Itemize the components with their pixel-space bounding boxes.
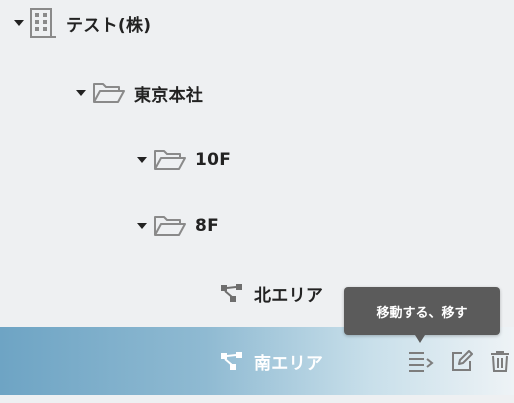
expand-caret-icon[interactable]	[76, 90, 86, 96]
tree-node-floor-8f[interactable]: 8F	[0, 193, 514, 259]
tree-node-label: 北エリア	[254, 285, 324, 306]
tree-node-label: 南エリア	[254, 353, 324, 374]
tooltip: 移動する、移す	[344, 287, 500, 335]
expand-caret-icon[interactable]	[137, 223, 147, 229]
tree-node-company[interactable]: テスト(株)	[0, 0, 514, 56]
tooltip-text: 移動する、移す	[376, 305, 468, 321]
tree-node-headquarters[interactable]: 東京本社	[0, 60, 514, 126]
expand-caret-icon[interactable]	[137, 157, 147, 163]
tree-node-area-south[interactable]: 南エリア	[0, 327, 514, 395]
hierarchy-icon	[220, 351, 244, 371]
trash-icon[interactable]	[489, 350, 511, 372]
expand-caret-icon[interactable]	[14, 20, 24, 26]
tooltip-arrow	[415, 335, 425, 343]
folder-open-icon	[153, 214, 187, 238]
tree-node-label: 東京本社	[134, 85, 204, 106]
tree-node-label: テスト(株)	[66, 15, 152, 36]
move-list-icon[interactable]	[408, 350, 434, 372]
hierarchy-icon	[220, 283, 244, 303]
folder-open-icon	[92, 81, 126, 105]
folder-open-icon	[153, 148, 187, 172]
building-icon	[30, 7, 56, 39]
tree-node-floor-10f[interactable]: 10F	[0, 127, 514, 193]
tree-node-label: 8F	[195, 216, 220, 236]
edit-icon[interactable]	[450, 350, 474, 372]
tree-node-label: 10F	[195, 150, 232, 170]
